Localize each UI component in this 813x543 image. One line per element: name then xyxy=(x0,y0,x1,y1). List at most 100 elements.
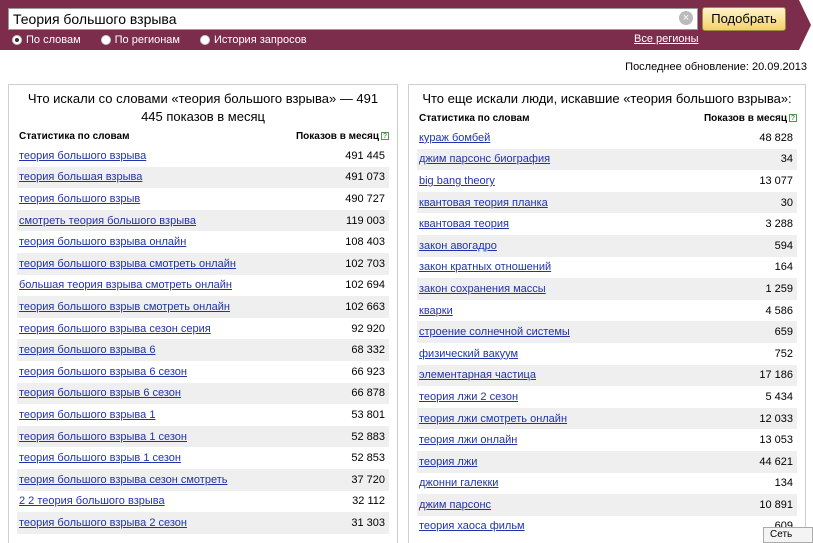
pick-button[interactable]: Подобрать xyxy=(702,7,786,31)
impressions-count: 491 073 xyxy=(345,171,385,184)
keyword-link[interactable]: теория большого взрыва 1 xyxy=(19,409,155,421)
keyword-link[interactable]: закон сохранения массы xyxy=(419,283,546,295)
keyword-link[interactable]: теория большого взрыва сезон серия xyxy=(19,323,211,335)
table-row: теория большого взрыва сезон серия 92 920 xyxy=(17,318,389,340)
keyword-link[interactable]: 2 2 теория большого взрыва xyxy=(19,495,165,507)
impressions-count: 490 727 xyxy=(345,192,385,205)
keyword-link[interactable]: теория лжи 2 сезон xyxy=(419,391,518,403)
impressions-count: 119 003 xyxy=(346,214,385,227)
keyword-link[interactable]: теория большого взрыва сезон смотреть xyxy=(19,474,227,486)
radio-history[interactable] xyxy=(200,35,210,45)
impressions-count: 66 923 xyxy=(351,365,385,378)
keyword-link[interactable]: теория большого взрыва 2 сезон xyxy=(19,517,187,529)
table-row: джим парсонс 10 891 xyxy=(417,494,797,516)
keyword-link[interactable]: теория хаоса фильм xyxy=(419,520,525,532)
keyword-link[interactable]: закон авогадро xyxy=(419,240,497,252)
impressions-count: 102 703 xyxy=(345,257,385,270)
mode-history[interactable]: История запросов xyxy=(200,34,307,46)
table-row: теория лжи смотреть онлайн 12 033 xyxy=(417,407,797,430)
table-row: 2 2 теория большого взрыва 32 112 xyxy=(17,491,389,513)
clear-icon[interactable]: × xyxy=(679,11,693,25)
keyword-link[interactable]: теория большая взрыва xyxy=(19,171,142,183)
table-row: теория большого взрыва 6 68 332 xyxy=(17,339,389,361)
keyword-link[interactable]: кварки xyxy=(419,305,453,317)
keyword-link[interactable]: смотреть теория большого взрыва xyxy=(19,215,196,227)
keyword-link[interactable]: теория большого взрыва 6 xyxy=(19,344,155,356)
impressions-count: 30 xyxy=(780,196,793,209)
table-row: теория лжи онлайн 13 053 xyxy=(417,429,797,451)
table-row: элементарная частица 17 186 xyxy=(417,364,797,387)
impressions-count: 108 403 xyxy=(345,236,385,249)
keyword-link[interactable]: теория большого взрыва смотреть онлайн xyxy=(19,258,236,270)
impressions-count: 594 xyxy=(774,239,793,252)
keyword-link[interactable]: квантовая теория планка xyxy=(419,197,548,209)
impressions-count: 1 259 xyxy=(765,282,793,295)
keyword-link[interactable]: теория лжи xyxy=(419,456,477,468)
all-regions-link[interactable]: Все регионы xyxy=(634,33,699,45)
keyword-link[interactable]: закон кратных отношений xyxy=(419,261,551,273)
keyword-link[interactable]: кураж бомбей xyxy=(419,132,490,144)
table-row: теория большого взрыва сезон смотреть 37 … xyxy=(17,468,389,491)
impressions-count: 44 621 xyxy=(759,455,793,468)
keyword-link[interactable]: теория большого взрыва 1 сезон xyxy=(19,431,187,443)
table-row: смотреть теория большого взрыва 119 003 xyxy=(17,209,389,232)
impressions-count: 13 077 xyxy=(759,174,793,187)
table-row: закон авогадро 594 xyxy=(417,234,797,257)
table-row: квантовая теория 3 288 xyxy=(417,213,797,235)
table-row: теория большого взрыв 490 727 xyxy=(17,188,389,210)
table-row: теория большого взрыва 1 53 801 xyxy=(17,404,389,426)
keyword-link[interactable]: большая теория взрыва смотреть онлайн xyxy=(19,279,232,291)
table-row: закон кратных отношений 164 xyxy=(417,257,797,279)
keyword-link[interactable]: теория лжи онлайн xyxy=(419,434,517,446)
impressions-count: 32 112 xyxy=(352,495,385,508)
search-input[interactable]: Теория большого взрыва xyxy=(8,8,698,30)
keyword-link[interactable]: теория большого взрыв 6 сезон xyxy=(19,387,181,399)
impressions-count: 92 920 xyxy=(351,322,385,335)
table-row: теория лжи 44 621 xyxy=(417,450,797,473)
keyword-link[interactable]: теория лжи смотреть онлайн xyxy=(419,413,567,425)
keyword-link[interactable]: джонни галекки xyxy=(419,477,498,489)
right-col-phrase: Статистика по словам xyxy=(419,112,530,124)
search-bar: Теория большого взрыва × Подобрать По сл… xyxy=(0,0,813,52)
impressions-count: 10 891 xyxy=(759,498,793,511)
impressions-count: 5 434 xyxy=(765,390,793,403)
right-panel-title: Что еще искали люди, искавшие «теория бо… xyxy=(422,91,792,106)
keyword-link[interactable]: теория большого взрыва xyxy=(19,150,146,162)
right-table-header: Статистика по словам Показов в месяц? xyxy=(419,109,797,127)
help-icon[interactable]: ? xyxy=(381,131,389,140)
keyword-link[interactable]: теория большого взрыв смотреть онлайн xyxy=(19,301,230,313)
help-icon[interactable]: ? xyxy=(789,113,797,122)
impressions-count: 52 853 xyxy=(351,452,385,465)
last-updated: Последнее обновление: 20.09.2013 xyxy=(625,61,807,73)
table-row: теория большого взрыв 6 сезон 66 878 xyxy=(17,382,389,405)
keyword-link[interactable]: физический вакуум xyxy=(419,348,518,360)
keyword-link[interactable]: джим парсонс биография xyxy=(419,153,550,165)
impressions-count: 53 801 xyxy=(351,408,385,421)
keyword-link[interactable]: теория большого взрыв xyxy=(19,193,140,205)
table-row: физический вакуум 752 xyxy=(417,343,797,365)
impressions-count: 48 828 xyxy=(759,131,793,144)
left-table: теория большого взрыва 491 445 теория боль… xyxy=(17,145,389,534)
keyword-link[interactable]: квантовая теория xyxy=(419,218,509,230)
right-col-count: Показов в месяц xyxy=(703,112,787,124)
mode-by-regions-label: По регионам xyxy=(114,34,180,46)
keyword-link[interactable]: джим парсонс xyxy=(419,499,491,511)
table-row: большая теория взрыва смотреть онлайн 102… xyxy=(17,275,389,297)
right-panel: Что еще искали люди, искавшие «теория бо… xyxy=(408,84,806,543)
impressions-count: 34 xyxy=(780,153,793,166)
impressions-count: 17 186 xyxy=(759,369,793,382)
mode-by-regions[interactable]: По регионам xyxy=(100,34,180,46)
impressions-count: 37 720 xyxy=(351,473,385,486)
keyword-link[interactable]: теория большого взрыва 6 сезон xyxy=(19,366,187,378)
radio-by-regions[interactable] xyxy=(100,35,111,45)
mode-by-words-label: По словам xyxy=(26,34,81,46)
keyword-link[interactable]: строение солнечной системы xyxy=(419,326,570,338)
table-row: теория большого взрыва 6 сезон 66 923 xyxy=(17,361,389,383)
keyword-link[interactable]: big bang theory xyxy=(419,175,495,187)
radio-by-words[interactable] xyxy=(12,35,22,45)
impressions-count: 491 445 xyxy=(345,149,385,162)
keyword-link[interactable]: элементарная частица xyxy=(419,369,536,381)
keyword-link[interactable]: теория большого взрыв 1 сезон xyxy=(19,452,181,464)
mode-by-words[interactable]: По словам xyxy=(12,34,81,46)
keyword-link[interactable]: теория большого взрыва онлайн xyxy=(19,236,186,248)
